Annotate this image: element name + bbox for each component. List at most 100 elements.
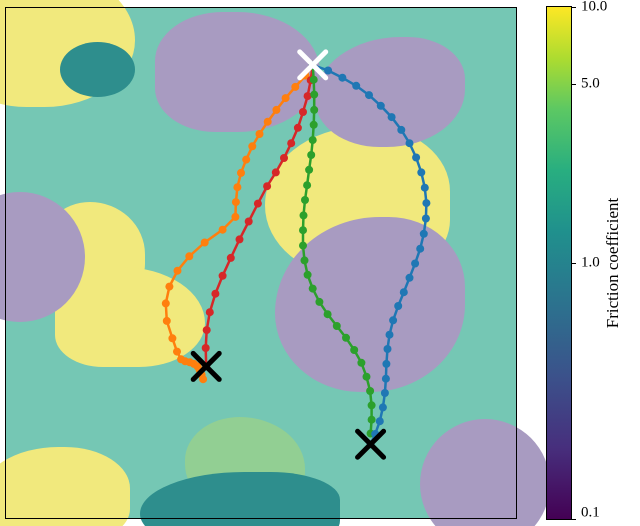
trajectory-dot — [256, 130, 264, 138]
trajectory-dot — [365, 91, 373, 99]
colorbar-ticklabel: 0.1 — [581, 505, 600, 522]
trajectory-dot — [389, 316, 397, 324]
trajectory-dot — [421, 184, 429, 192]
colorbar-tick — [571, 7, 576, 8]
trajectory-dot — [363, 373, 371, 381]
trajectory-dot — [394, 302, 402, 310]
colorbar-label: Friction coefficient — [603, 198, 623, 328]
trajectory-dot — [299, 226, 307, 234]
trajectory-dot — [245, 218, 253, 226]
trajectory-dot — [377, 102, 385, 110]
trajectory-dot — [301, 256, 309, 264]
colorbar-tick — [571, 519, 576, 520]
trajectory-dot — [310, 106, 318, 114]
trajectory-dot — [242, 156, 250, 164]
trajectory-dot — [199, 375, 207, 383]
trajectory-dot — [309, 285, 317, 293]
trajectory-dot — [305, 166, 313, 174]
trajectory-dot — [307, 151, 315, 159]
trajectory-dot — [382, 360, 390, 368]
colorbar-ticklabel: 10.0 — [581, 0, 607, 16]
colorbar-ticklabel: 1.0 — [581, 255, 600, 272]
trajectory-dot — [350, 346, 358, 354]
trajectory-dot — [299, 242, 307, 250]
trajectory-overlay — [5, 7, 517, 519]
trajectory-dot — [417, 168, 425, 176]
trajectory-dot — [168, 334, 176, 342]
trajectory-dot — [219, 272, 227, 280]
trajectory-orange — [166, 65, 313, 379]
colorbar-tick — [571, 263, 576, 264]
trajectory-dot — [227, 254, 235, 262]
trajectory-dot — [174, 267, 182, 275]
trajectory-dot — [352, 82, 360, 90]
trajectory-red — [206, 65, 313, 367]
trajectory-dot — [165, 283, 173, 291]
trajectory-dot — [219, 226, 227, 234]
trajectory-dot — [422, 215, 430, 223]
trajectory-dot — [381, 389, 389, 397]
trajectory-dot — [233, 183, 241, 191]
friction-trajectories-figure: 10.0 5.0 1.0 0.1 Friction coefficient — [0, 0, 640, 526]
trajectory-dot — [309, 136, 317, 144]
trajectory-dot — [368, 416, 376, 424]
trajectory-dot — [400, 288, 408, 296]
trajectory-dot — [263, 182, 271, 190]
trajectory-dot — [301, 196, 309, 204]
trajectory-dot — [280, 154, 288, 162]
colorbar-gradient — [547, 7, 571, 519]
trajectory-dot — [411, 260, 419, 268]
trajectory-dot — [379, 403, 387, 411]
trajectory-dot — [287, 139, 295, 147]
trajectory-dot — [384, 345, 392, 353]
trajectory-dot — [303, 181, 311, 189]
trajectory-dot — [173, 348, 181, 356]
trajectory-dot — [299, 108, 307, 116]
trajectory-green — [303, 65, 372, 434]
trajectory-dot — [420, 230, 428, 238]
trajectory-dot — [237, 169, 245, 177]
trajectory-dot — [333, 322, 341, 330]
trajectory-dot — [162, 299, 170, 307]
trajectory-dot — [376, 417, 384, 425]
colorbar-tick — [571, 84, 576, 85]
trajectory-dot — [310, 121, 318, 129]
trajectory-dot — [231, 213, 239, 221]
trajectory-dot — [310, 76, 318, 84]
trajectory-dot — [202, 344, 210, 352]
trajectory-dot — [294, 124, 302, 132]
colorbar-ticklabel: 5.0 — [581, 76, 600, 93]
trajectory-dot — [272, 168, 280, 176]
trajectory-dot — [386, 331, 394, 339]
trajectory-dot — [310, 91, 318, 99]
trajectory-dot — [236, 235, 244, 243]
trajectory-dot — [211, 290, 219, 298]
trajectory-dot — [282, 94, 290, 102]
trajectory-dot — [368, 401, 376, 409]
trajectory-dot — [300, 211, 308, 219]
trajectory-dot — [324, 67, 332, 75]
trajectory-dot — [366, 387, 374, 395]
trajectory-dot — [422, 199, 430, 207]
trajectory-dot — [304, 271, 312, 279]
trajectory-dot — [254, 200, 262, 208]
trajectory-dot — [206, 308, 214, 316]
colorbar: 10.0 5.0 1.0 0.1 — [547, 7, 571, 519]
trajectory-dot — [272, 106, 280, 114]
trajectory-dot — [232, 198, 240, 206]
trajectory-dot — [324, 310, 332, 318]
trajectory-dot — [304, 92, 312, 100]
trajectory-dot — [315, 298, 323, 306]
trajectory-dot — [388, 113, 396, 121]
trajectory-dot — [357, 359, 365, 367]
trajectory-dot — [201, 239, 209, 247]
trajectory-dot — [185, 252, 193, 260]
trajectory-dot — [291, 83, 299, 91]
trajectory-dot — [416, 245, 424, 253]
trajectory-dot — [163, 317, 171, 325]
trajectory-dot — [397, 126, 405, 134]
trajectory-dot — [406, 274, 414, 282]
trajectory-dot — [248, 142, 256, 150]
trajectory-dot — [406, 139, 414, 147]
trajectory-dot — [264, 118, 272, 126]
